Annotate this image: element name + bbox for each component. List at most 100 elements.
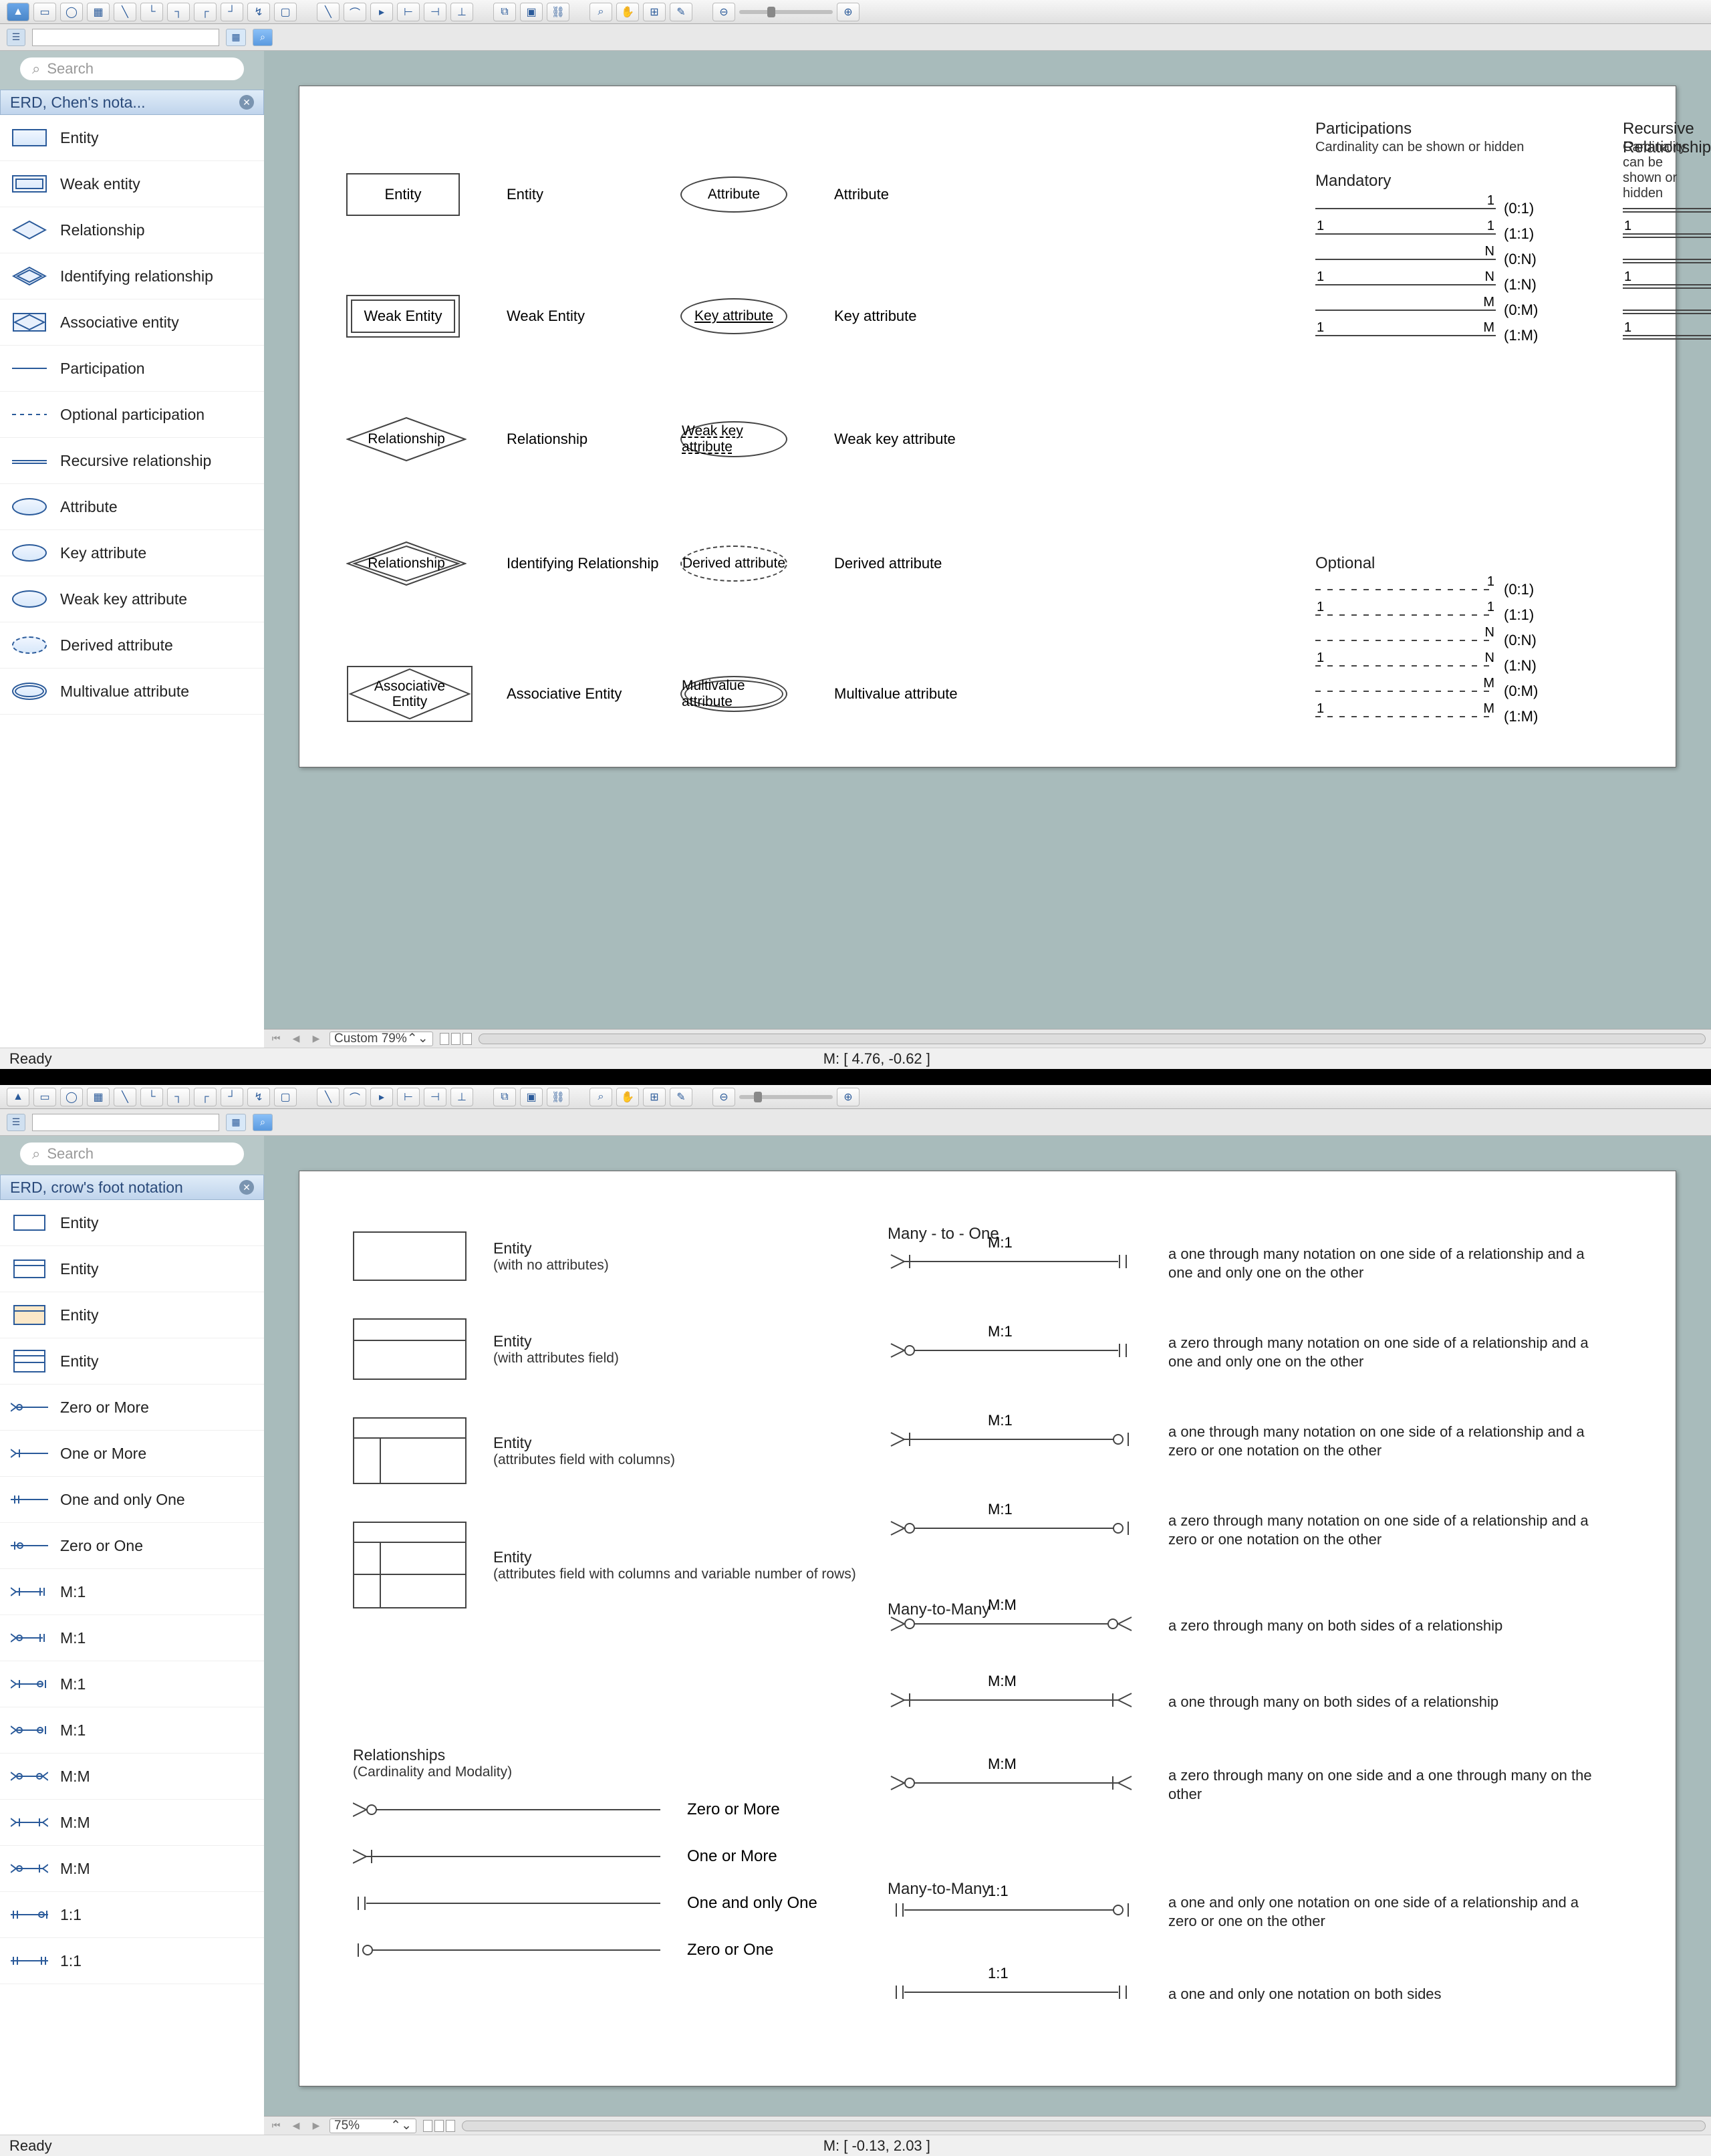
shape-item[interactable]: Weak entity <box>0 161 264 207</box>
grid-view-icon[interactable]: ▦ <box>226 29 246 46</box>
shape-item[interactable]: Entity <box>0 115 264 161</box>
participation-line[interactable]: 1M (1:M) <box>1315 327 1551 344</box>
join-v-icon[interactable]: ⊢ <box>397 3 420 21</box>
participation-line[interactable]: 11 (1:1) <box>1623 225 1711 243</box>
cardinality-line[interactable] <box>353 1846 660 1867</box>
relationship-shape[interactable]: Relationship <box>346 416 467 462</box>
shape-item[interactable]: 1:1 <box>0 1892 264 1938</box>
zoom-out-btn-icon[interactable]: ⊖ <box>712 1088 735 1106</box>
cardinality-line[interactable] <box>353 1800 660 1820</box>
page-thumbnails[interactable] <box>440 1033 472 1045</box>
shape-item[interactable]: Entity <box>0 1292 264 1338</box>
zoom-in-icon[interactable]: ⌕ <box>589 3 612 21</box>
stamp-tool-icon[interactable]: ⊞ <box>643 1088 666 1106</box>
join-v-icon[interactable]: ⊢ <box>397 1088 420 1106</box>
shape-item[interactable]: Key attribute <box>0 530 264 576</box>
ungroup-icon[interactable]: ▣ <box>520 3 543 21</box>
connector-lr-icon[interactable]: ┌ <box>194 3 217 21</box>
participation-line[interactable]: 1 (0:1) <box>1315 200 1551 217</box>
zoom-in-btn-icon[interactable]: ⊕ <box>837 3 860 21</box>
search-button-icon[interactable]: ⌕ <box>253 1114 273 1131</box>
connector-l-icon[interactable]: └ <box>140 3 163 21</box>
relationship-line[interactable]: M:M <box>888 1614 1135 1638</box>
shape-item[interactable]: M:M <box>0 1846 264 1892</box>
shape-item[interactable]: Zero or More <box>0 1385 264 1431</box>
participation-line[interactable]: 11 (1:1) <box>1315 606 1551 624</box>
shape-item[interactable]: Zero or One <box>0 1523 264 1569</box>
page-next-icon[interactable]: ▶ <box>309 2119 323 2133</box>
search-input[interactable]: ⌕ Search <box>20 1143 244 1165</box>
segment-tool-icon[interactable]: ╲ <box>317 1088 340 1106</box>
ungroup-icon[interactable]: ▣ <box>520 1088 543 1106</box>
shape-item[interactable]: M:1 <box>0 1615 264 1661</box>
relationship-line[interactable]: M:M <box>888 1773 1135 1797</box>
relationship-line[interactable]: 1:1 <box>888 1982 1135 2006</box>
stamp-tool-icon[interactable]: ⊞ <box>643 3 666 21</box>
participation-line[interactable]: N (0:N) <box>1315 251 1551 268</box>
join-h-icon[interactable]: ⊣ <box>424 1088 446 1106</box>
line-tool-icon[interactable]: ╲ <box>114 3 136 21</box>
zoom-select[interactable]: Custom 79%⌃⌄ <box>330 1032 433 1046</box>
page-prev-icon[interactable]: ◀ <box>289 1032 303 1046</box>
connector-l-icon[interactable]: └ <box>140 1088 163 1106</box>
weak-entity-shape[interactable]: Weak Entity <box>346 295 460 338</box>
shape-item[interactable]: Optional participation <box>0 392 264 438</box>
participation-line[interactable]: 1M (1:M) <box>1623 327 1711 344</box>
shape-item[interactable]: Entity <box>0 1338 264 1385</box>
canvas-scroll[interactable]: Participations Cardinality can be shown … <box>264 51 1711 1029</box>
cardinality-line[interactable] <box>353 1893 660 1913</box>
line-tool-icon[interactable]: ╲ <box>114 1088 136 1106</box>
entity-cols-shape[interactable] <box>353 1417 467 1484</box>
shape-item[interactable]: M:M <box>0 1800 264 1846</box>
shape-item[interactable]: M:M <box>0 1754 264 1800</box>
shape-item[interactable]: Entity <box>0 1246 264 1292</box>
hand-tool-icon[interactable]: ✋ <box>616 1088 639 1106</box>
shape-item[interactable]: Recursive relationship <box>0 438 264 484</box>
shape-item[interactable]: Derived attribute <box>0 622 264 669</box>
horizontal-scrollbar[interactable] <box>479 1034 1706 1044</box>
join-h-icon[interactable]: ⊣ <box>424 3 446 21</box>
zoom-slider[interactable] <box>739 1095 833 1099</box>
relationship-line[interactable]: M:1 <box>888 1429 1135 1453</box>
identifying-relationship-shape[interactable]: Relationship <box>346 541 467 586</box>
group-icon[interactable]: ⧉ <box>493 1088 516 1106</box>
relationship-line[interactable]: M:1 <box>888 1340 1135 1364</box>
associative-entity-shape[interactable]: AssociativeEntity <box>346 665 473 723</box>
shape-item[interactable]: M:1 <box>0 1661 264 1707</box>
search-button-icon[interactable]: ⌕ <box>253 29 273 46</box>
shape-item[interactable]: Multivalue attribute <box>0 669 264 715</box>
page-next-icon[interactable]: ▶ <box>309 1032 323 1046</box>
rect-tool-icon[interactable]: ▭ <box>33 3 56 21</box>
relationship-line[interactable]: M:1 <box>888 1518 1135 1542</box>
grid-view-icon[interactable]: ▦ <box>226 1114 246 1131</box>
ellipse-tool-icon[interactable]: ◯ <box>60 1088 83 1106</box>
attribute-shape[interactable]: Attribute <box>680 176 787 213</box>
zoom-slider[interactable] <box>739 10 833 14</box>
relationship-line[interactable]: M:1 <box>888 1251 1135 1276</box>
chain-icon[interactable]: ⛓ <box>547 1088 569 1106</box>
zoom-in-btn-icon[interactable]: ⊕ <box>837 1088 860 1106</box>
entity-rows-shape[interactable] <box>353 1522 467 1608</box>
relationship-line[interactable]: 1:1 <box>888 1900 1135 1924</box>
entity-shape[interactable]: Entity <box>346 173 460 216</box>
address-bar[interactable] <box>32 1114 219 1131</box>
ellipse-tool-icon[interactable]: ◯ <box>60 3 83 21</box>
hand-tool-icon[interactable]: ✋ <box>616 3 639 21</box>
edit-tool-icon[interactable]: ✎ <box>670 1088 692 1106</box>
participation-line[interactable]: N (0:N) <box>1623 251 1711 268</box>
connector-r-icon[interactable]: ┐ <box>167 1088 190 1106</box>
shape-item[interactable]: Attribute <box>0 484 264 530</box>
page-first-icon[interactable]: ⏮ <box>269 2119 283 2133</box>
library-panel-header[interactable]: ERD, Chen's nota... ✕ <box>0 90 264 115</box>
entity-no-attrs-shape[interactable] <box>353 1231 467 1281</box>
zoom-out-btn-icon[interactable]: ⊖ <box>712 3 735 21</box>
text-tool-icon[interactable]: ▢ <box>274 1088 297 1106</box>
weak-key-attr-shape[interactable]: Weak key attribute <box>680 421 787 457</box>
participation-line[interactable]: 11 (1:1) <box>1315 225 1551 243</box>
shape-item[interactable]: Weak key attribute <box>0 576 264 622</box>
participation-line[interactable]: M (0:M) <box>1315 302 1551 319</box>
participation-line[interactable]: 1 (0:1) <box>1315 581 1551 598</box>
horizontal-scrollbar[interactable] <box>462 2121 1706 2131</box>
close-icon[interactable]: ✕ <box>239 1180 254 1195</box>
arc-tool-icon[interactable]: ⌒ <box>344 1088 366 1106</box>
